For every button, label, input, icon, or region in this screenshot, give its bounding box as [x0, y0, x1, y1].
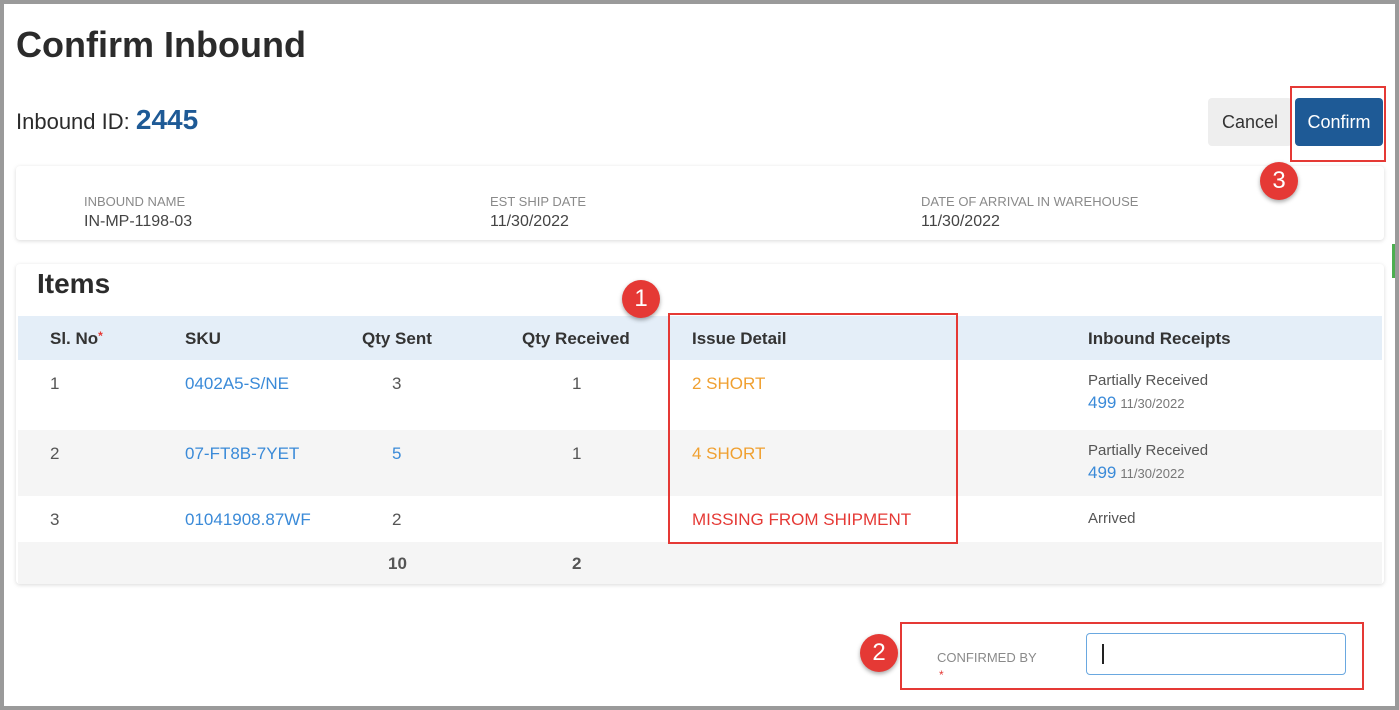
qty-sent-link[interactable]: 5 — [392, 444, 401, 464]
total-qty-sent: 10 — [388, 554, 407, 573]
annotation-badge-3: 3 — [1260, 162, 1298, 200]
annotation-box-confirm — [1290, 86, 1386, 162]
inbound-id-label: Inbound ID: — [16, 109, 130, 134]
arrival-date-label: DATE OF ARRIVAL IN WAREHOUSE — [921, 194, 1139, 209]
est-ship-date-label: EST SHIP DATE — [490, 194, 587, 209]
est-ship-date-field: EST SHIP DATE 11/30/2022 — [490, 194, 586, 231]
header-qty-received: Qty Received — [522, 329, 630, 348]
sku-link[interactable]: 07-FT8B-7YET — [185, 444, 299, 464]
inbound-id-value: 2445 — [135, 104, 199, 135]
annotation-badge-1: 1 — [622, 280, 660, 318]
screenshot-frame: Confirm Inbound Inbound ID: 2445 Cancel … — [4, 4, 1395, 706]
items-title: Items — [37, 268, 111, 299]
cell-qty-sent: 2 — [392, 510, 402, 529]
arrival-date-field: DATE OF ARRIVAL IN WAREHOUSE 11/30/2022 — [921, 194, 1138, 231]
annotation-badge-2: 2 — [860, 634, 898, 672]
totals-row: 10 2 — [18, 542, 1382, 584]
cell-qty-received: 1 — [572, 374, 582, 393]
inbound-name-field: INBOUND NAME IN-MP-1198-03 — [84, 194, 192, 231]
header-qty-sent: Qty Sent — [362, 329, 432, 348]
receipt-date: 11/30/2022 — [1120, 396, 1185, 411]
header-sku: SKU — [185, 329, 221, 348]
inbound-name-value: IN-MP-1198-03 — [84, 213, 193, 230]
inbound-info-card: INBOUND NAME IN-MP-1198-03 EST SHIP DATE… — [16, 166, 1384, 240]
sku-link[interactable]: 0402A5-S/NE — [185, 374, 289, 394]
receipt-status: Partially Received — [1088, 372, 1209, 389]
sku-link[interactable]: 01041908.87WF — [185, 510, 311, 530]
annotation-box-issue-detail — [668, 313, 958, 544]
receipt-status: Partially Received — [1088, 442, 1209, 459]
inbound-name-label: INBOUND NAME — [84, 194, 186, 209]
cell-receipt: Partially Received 499 11/30/2022 — [1088, 372, 1208, 413]
receipt-status: Arrived — [1088, 510, 1136, 527]
inbound-id: Inbound ID: 2445 — [16, 104, 198, 136]
cell-qty-received: 1 — [572, 444, 582, 463]
cell-sl-no: 3 — [50, 510, 60, 529]
receipt-link[interactable]: 499 — [1088, 463, 1116, 482]
total-qty-received: 2 — [572, 554, 582, 573]
receipt-date: 11/30/2022 — [1120, 466, 1185, 481]
receipt-link[interactable]: 499 — [1088, 393, 1116, 412]
header-sl-no: Sl. No* — [50, 329, 103, 348]
header-inbound-receipts: Inbound Receipts — [1088, 329, 1231, 348]
cell-sl-no: 1 — [50, 374, 60, 393]
cell-sl-no: 2 — [50, 444, 60, 463]
cell-qty-sent: 3 — [392, 374, 402, 393]
cancel-button[interactable]: Cancel — [1208, 98, 1292, 146]
arrival-date-value: 11/30/2022 — [921, 213, 1000, 230]
est-ship-date-value: 11/30/2022 — [490, 213, 569, 230]
page-title: Confirm Inbound — [16, 24, 306, 65]
scroll-indicator — [1392, 244, 1395, 278]
cell-receipt: Partially Received 499 11/30/2022 — [1088, 442, 1208, 483]
annotation-box-confirmed-by — [900, 622, 1364, 690]
